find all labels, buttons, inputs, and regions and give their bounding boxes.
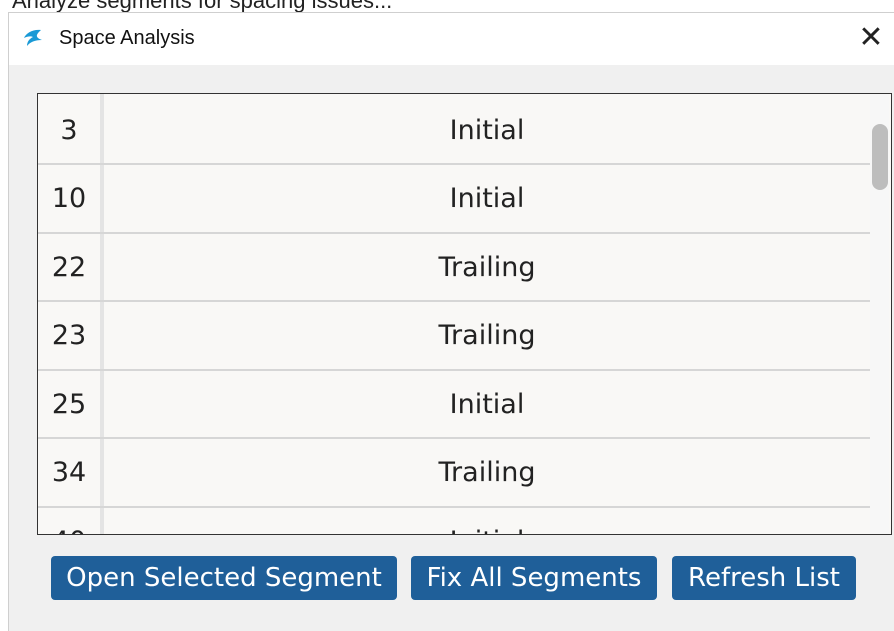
space-analysis-dialog: Space Analysis ✕ 3 Initial 10 Initial 22 Trai… bbox=[8, 12, 894, 631]
scrollbar-thumb[interactable] bbox=[872, 124, 888, 190]
background-text: Analyze segments for spacing issues... bbox=[12, 0, 392, 12]
space-type: Initial bbox=[104, 508, 870, 535]
close-icon: ✕ bbox=[858, 20, 884, 55]
segment-number: 3 bbox=[60, 114, 78, 146]
segment-list[interactable]: 3 Initial 10 Initial 22 Trailing 23 Trailing 25 I… bbox=[37, 93, 892, 535]
space-type: Initial bbox=[449, 388, 525, 420]
list-row[interactable]: 10 Initial bbox=[38, 166, 870, 234]
vertical-scrollbar[interactable] bbox=[870, 94, 889, 534]
list-row[interactable]: 34 Trailing bbox=[38, 440, 870, 508]
background-window-strip: Analyze segments for spacing issues... bbox=[0, 0, 894, 12]
list-row[interactable]: 25 Initial bbox=[38, 371, 870, 439]
app-logo-icon bbox=[24, 29, 42, 46]
fix-all-segments-button[interactable]: Fix All Segments bbox=[411, 556, 657, 600]
segment-number: 10 bbox=[51, 183, 87, 214]
segment-number: 40 bbox=[38, 508, 100, 535]
refresh-list-button[interactable]: Refresh List bbox=[672, 556, 856, 600]
space-type: Initial bbox=[449, 114, 525, 146]
list-row[interactable]: 22 Trailing bbox=[38, 234, 870, 302]
list-row[interactable]: 23 Trailing bbox=[38, 303, 870, 371]
segment-number: 25 bbox=[51, 388, 87, 420]
window-title: Space Analysis bbox=[59, 27, 195, 49]
segment-number: 34 bbox=[51, 457, 87, 488]
space-type: Initial bbox=[449, 183, 525, 214]
open-selected-segment-button[interactable]: Open Selected Segment bbox=[51, 556, 397, 600]
segment-number: 22 bbox=[51, 251, 87, 283]
list-row[interactable]: 40Initial bbox=[38, 508, 870, 535]
space-type: Trailing bbox=[438, 457, 536, 488]
title-bar: Space Analysis ✕ bbox=[9, 13, 894, 65]
list-row[interactable]: 3 Initial bbox=[38, 97, 870, 165]
segment-number: 23 bbox=[51, 320, 87, 351]
space-type: Trailing bbox=[438, 251, 536, 283]
space-type: Trailing bbox=[438, 320, 536, 351]
close-button[interactable]: ✕ bbox=[848, 13, 894, 65]
